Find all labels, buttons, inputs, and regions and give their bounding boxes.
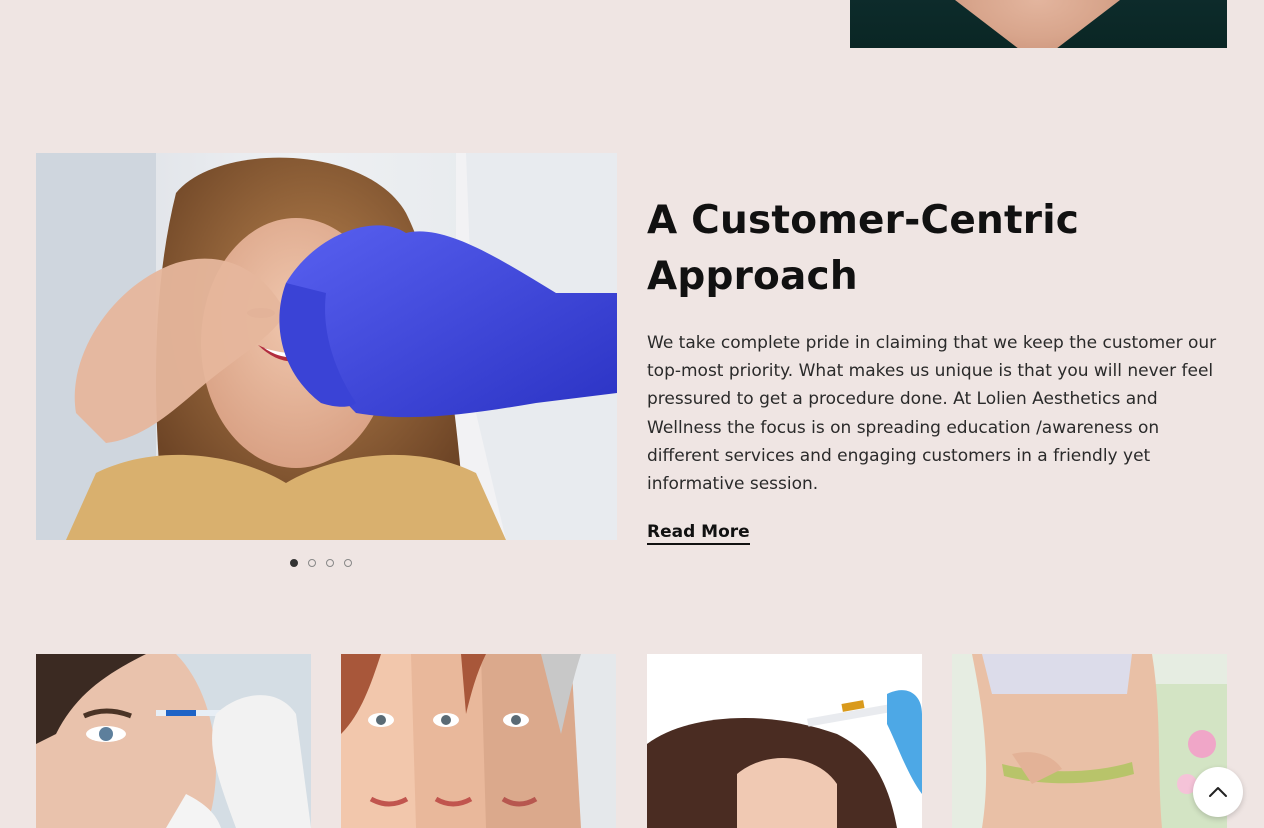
- carousel-dot-1[interactable]: [290, 559, 298, 567]
- service-card-weight-loss[interactable]: [952, 654, 1227, 828]
- service-card-eye-injection[interactable]: [36, 654, 311, 828]
- carousel-dot-4[interactable]: [344, 559, 352, 567]
- scroll-to-top-button[interactable]: [1193, 767, 1243, 817]
- carousel-dot-2[interactable]: [308, 559, 316, 567]
- service-card-hair-treatment[interactable]: [647, 654, 922, 828]
- top-portrait-skin: [955, 0, 1120, 48]
- read-more-link[interactable]: Read More: [647, 522, 750, 546]
- top-portrait-image: [850, 0, 1227, 48]
- section-description: We take complete pride in claiming that …: [647, 333, 1217, 495]
- carousel-pagination: [290, 559, 352, 567]
- carousel-dot-3[interactable]: [326, 559, 334, 567]
- section-title: A Customer-Centric Approach: [647, 198, 1080, 299]
- customer-centric-content: A Customer-Centric Approach We take comp…: [647, 193, 1232, 546]
- service-card-anti-aging[interactable]: [341, 654, 616, 828]
- hero-carousel-image: [36, 153, 617, 540]
- chevron-up-icon: [1209, 787, 1227, 797]
